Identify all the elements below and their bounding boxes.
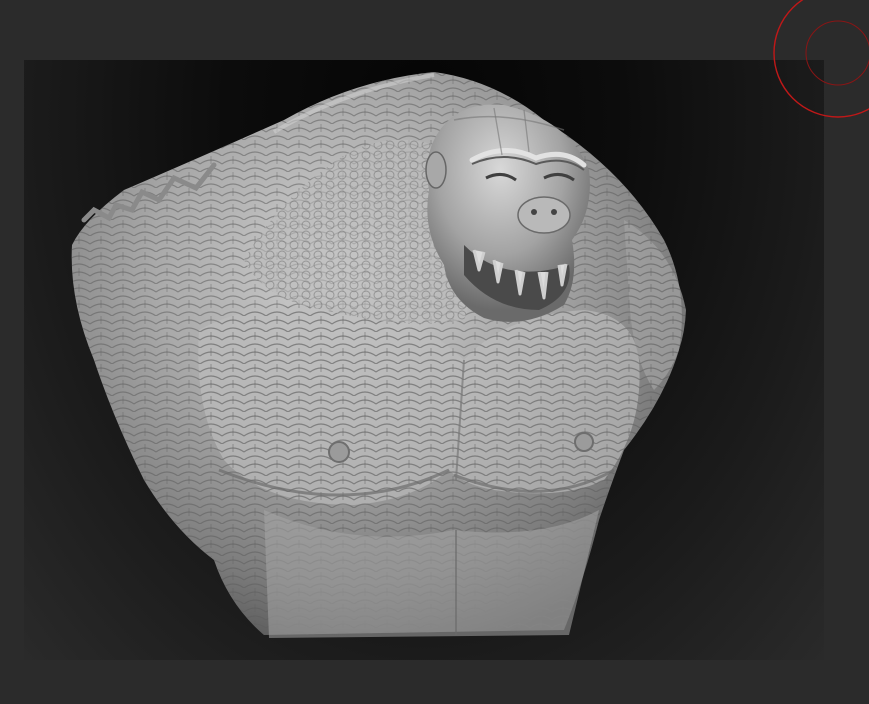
canvas-area[interactable]: [0, 0, 869, 704]
sculpt-model[interactable]: [24, 60, 824, 660]
document-canvas[interactable]: [24, 60, 824, 660]
